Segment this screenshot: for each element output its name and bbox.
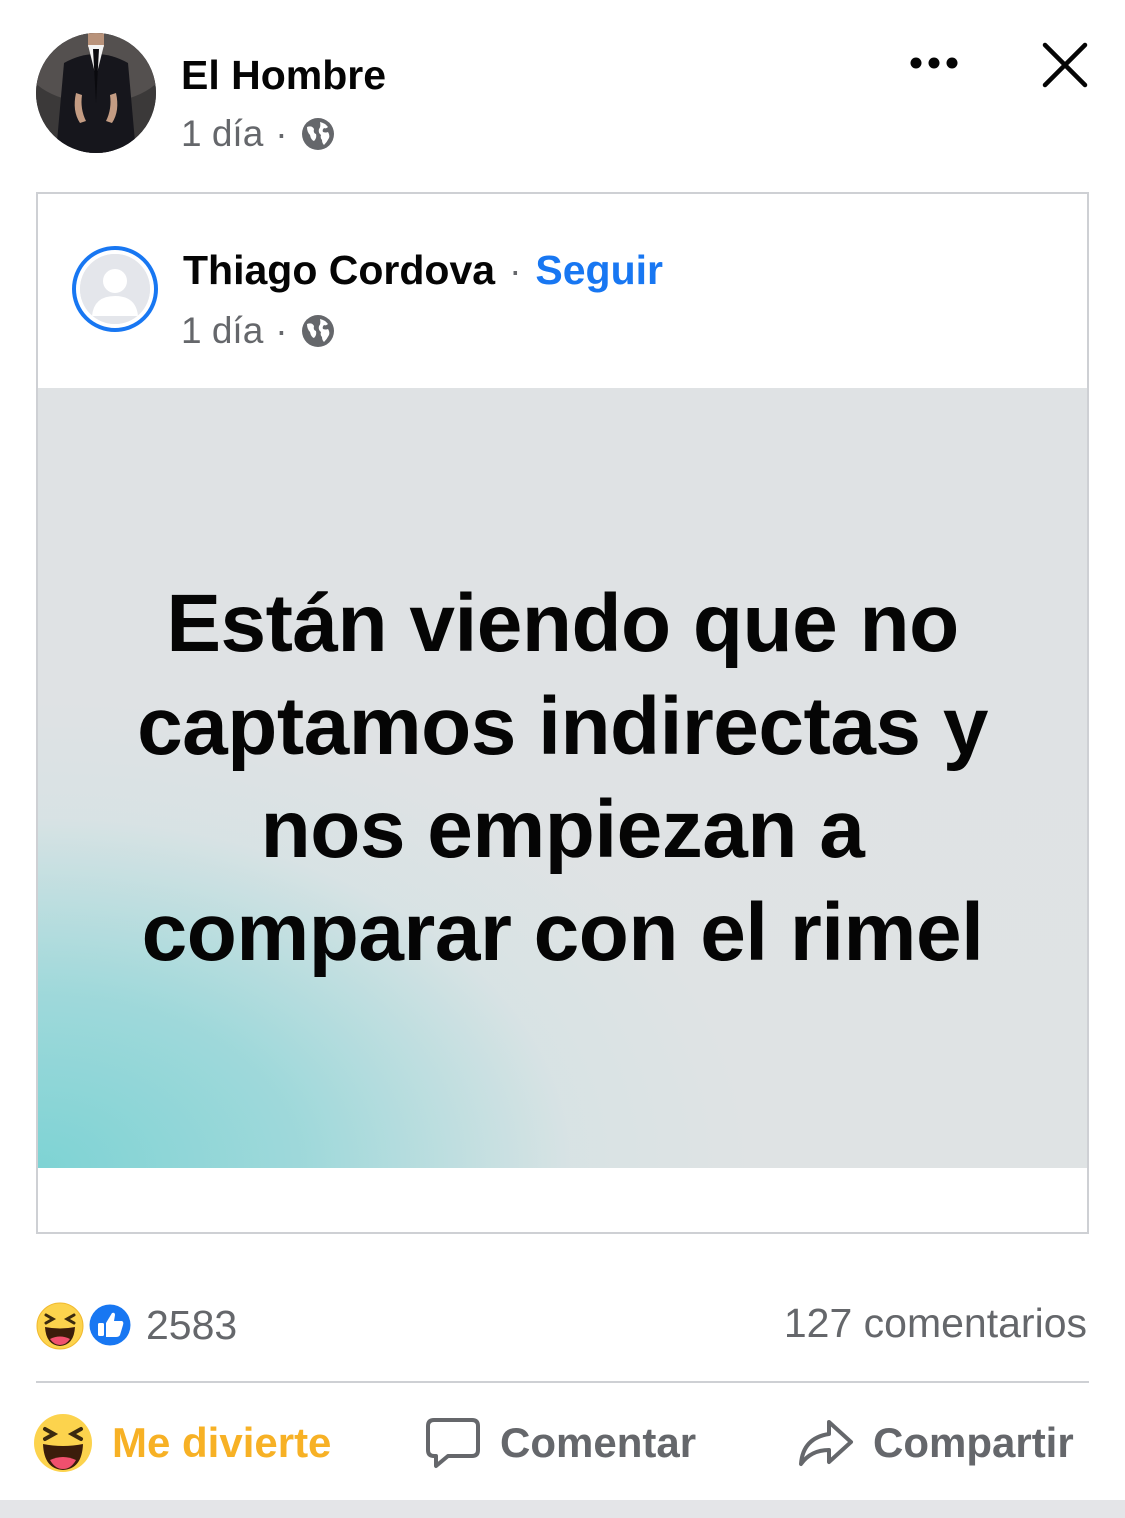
close-button[interactable]	[1036, 36, 1094, 94]
share-button[interactable]: Compartir	[797, 1408, 1074, 1478]
shared-author-avatar[interactable]	[72, 246, 158, 332]
comment-button[interactable]: Comentar	[424, 1408, 696, 1478]
suit-figure-icon	[36, 33, 156, 153]
like-thumb-icon	[87, 1302, 133, 1348]
facebook-post-view: El Hombre 1 día · Thiago Cordova · Segui…	[0, 0, 1125, 1518]
reaction-count: 2583	[146, 1301, 238, 1348]
shared-separator: ·	[509, 249, 522, 291]
globe-icon	[301, 315, 334, 347]
react-label: Me divierte	[112, 1419, 332, 1466]
reaction-icons	[36, 1300, 136, 1350]
default-profile-icon	[80, 254, 150, 324]
haha-emoji-icon	[34, 1414, 92, 1472]
text-post-image[interactable]: Están viendo que no captamos indirectas …	[38, 388, 1087, 1168]
share-arrow-icon	[799, 1420, 853, 1466]
meta-separator: ·	[275, 310, 288, 351]
shared-post-card[interactable]: Thiago Cordova · Seguir 1 día · Están vi…	[36, 192, 1089, 1234]
more-options-button[interactable]	[900, 40, 968, 86]
close-icon	[1042, 42, 1088, 88]
shared-meta: 1 día ·	[181, 310, 336, 352]
react-button[interactable]: Me divierte	[32, 1408, 331, 1478]
haha-emoji-icon	[36, 1302, 133, 1350]
reactions-summary[interactable]: 2583	[36, 1300, 237, 1350]
shared-timestamp[interactable]: 1 día	[181, 310, 263, 352]
comment-bubble-icon	[426, 1418, 480, 1468]
shared-header-row: Thiago Cordova · Seguir	[183, 247, 663, 294]
author-avatar[interactable]	[36, 33, 156, 153]
comment-label: Comentar	[500, 1419, 697, 1466]
post-author-name[interactable]: El Hombre	[181, 52, 386, 99]
post-meta: 1 día ·	[181, 113, 336, 155]
shared-author-name[interactable]: Thiago Cordova	[183, 247, 495, 294]
follow-button[interactable]: Seguir	[535, 247, 663, 294]
bottom-separator	[0, 1500, 1125, 1518]
post-image-text: Están viendo que no captamos indirectas …	[137, 578, 988, 978]
share-label: Compartir	[873, 1419, 1074, 1466]
comments-count-link[interactable]: 127 comentarios	[784, 1300, 1087, 1347]
globe-icon	[301, 118, 334, 150]
more-horizontal-icon	[910, 57, 958, 69]
actions-divider	[36, 1381, 1089, 1383]
post-timestamp[interactable]: 1 día	[181, 113, 263, 155]
meta-separator: ·	[275, 113, 288, 154]
